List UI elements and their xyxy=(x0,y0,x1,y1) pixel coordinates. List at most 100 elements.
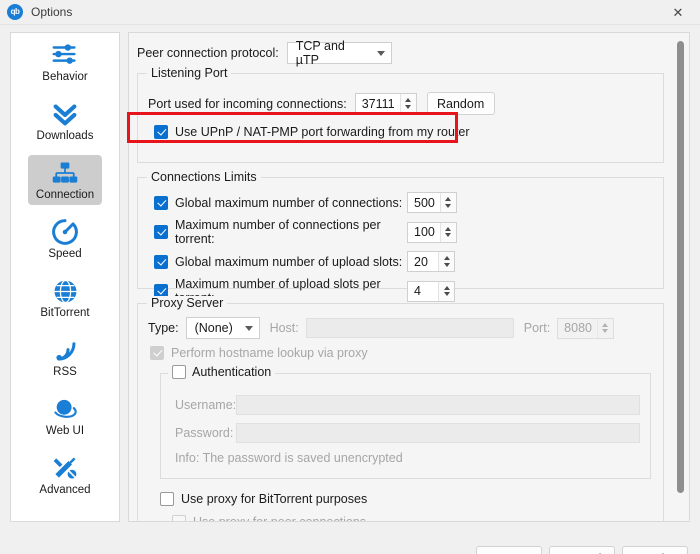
sidebar-item-label: Speed xyxy=(48,248,82,260)
limit-row[interactable]: Maximum number of upload slots per torre… xyxy=(154,277,653,305)
proxy-port-value: 8080 xyxy=(564,321,592,335)
authentication-group: Authentication Username: Password: Info:… xyxy=(160,365,651,479)
max-connections-per-torrent-label: Maximum number of connections per torren… xyxy=(175,218,381,246)
stepper-up-icon[interactable] xyxy=(443,285,450,290)
stepper-down-icon[interactable] xyxy=(445,233,452,238)
app-logo-text: qb xyxy=(10,7,20,16)
username-row: Username: xyxy=(175,395,640,415)
stepper-down-icon[interactable] xyxy=(602,329,609,334)
settings-sidebar[interactable]: Behavior Downloads Connection Speed BitT… xyxy=(10,32,120,522)
sidebar-item-label: Downloads xyxy=(36,130,94,142)
password-label: Password: xyxy=(175,426,234,440)
proxy-port-spinbox[interactable]: 8080 xyxy=(557,317,614,339)
globe-icon xyxy=(49,276,81,306)
sidebar-item-behavior[interactable]: Behavior xyxy=(11,33,119,92)
stepper-up-icon[interactable] xyxy=(445,197,452,202)
connection-settings-pane: Peer connection protocol: TCP and µTP Li… xyxy=(128,32,690,522)
global-max-connections-checkbox[interactable] xyxy=(154,195,168,210)
hostname-lookup-label: Perform hostname lookup via proxy xyxy=(171,346,368,360)
limit-row[interactable]: Global maximum number of connections: 50… xyxy=(154,192,653,213)
global-max-connections-label: Global maximum number of connections: xyxy=(175,195,403,210)
cancel-button[interactable]: Cancel xyxy=(549,546,615,554)
username-input[interactable] xyxy=(236,395,640,415)
stepper-up-icon[interactable] xyxy=(445,226,452,231)
apply-button[interactable]: Apply xyxy=(622,546,688,554)
proxy-host-input[interactable] xyxy=(305,318,514,338)
sidebar-item-label: Connection xyxy=(35,189,95,201)
global-max-upload-slots-spinbox[interactable]: 20 xyxy=(407,251,455,272)
stepper-down-icon[interactable] xyxy=(443,262,450,267)
proxy-type-value: (None) xyxy=(194,321,233,335)
global-max-upload-slots-checkbox[interactable] xyxy=(154,254,168,269)
username-label: Username: xyxy=(175,398,237,412)
stepper[interactable] xyxy=(439,193,456,212)
global-max-connections-spinbox[interactable]: 500 xyxy=(407,192,457,213)
sidebar-item-advanced[interactable]: Advanced xyxy=(11,446,119,505)
sidebar-item-bittorrent[interactable]: BitTorrent xyxy=(11,269,119,328)
listening-port-group: Listening Port Port used for incoming co… xyxy=(137,66,664,163)
sidebar-item-speed[interactable]: Speed xyxy=(11,210,119,269)
stepper[interactable] xyxy=(439,222,456,242)
stepper-up-icon[interactable] xyxy=(602,322,609,327)
window-title: Options xyxy=(31,5,73,19)
stepper-down-icon[interactable] xyxy=(405,104,412,109)
sidebar-item-label: BitTorrent xyxy=(40,307,90,319)
max-connections-per-torrent-checkbox[interactable] xyxy=(154,225,168,239)
authentication-checkbox[interactable] xyxy=(172,365,186,379)
global-max-connections-value: 500 xyxy=(414,195,435,210)
close-icon[interactable]: ✕ xyxy=(656,0,700,25)
upnp-checkbox[interactable] xyxy=(154,125,168,139)
incoming-port-row: Port used for incoming connections: 3711… xyxy=(148,92,653,115)
ok-button[interactable]: OK xyxy=(476,546,542,554)
use-proxy-peers-checkbox xyxy=(172,515,186,521)
stepper[interactable] xyxy=(596,318,613,338)
sidebar-item-label: Advanced xyxy=(39,484,91,496)
upnp-row[interactable]: Use UPnP / NAT-PMP port forwarding from … xyxy=(154,125,653,139)
authentication-title-wrap[interactable]: Authentication xyxy=(168,365,276,379)
sliders-icon xyxy=(49,40,81,70)
use-proxy-bittorrent-row[interactable]: Use proxy for BitTorrent purposes xyxy=(160,492,653,506)
proxy-server-group: Proxy Server Type: (None) Host: Port: 80… xyxy=(137,296,664,521)
incoming-port-value: 37111 xyxy=(361,96,395,111)
proxy-server-title: Proxy Server xyxy=(147,296,228,310)
stepper[interactable] xyxy=(438,252,454,271)
incoming-port-stepper[interactable] xyxy=(399,94,416,113)
content-scrollbar[interactable] xyxy=(673,34,688,521)
options-dialog: Behavior Downloads Connection Speed BitT… xyxy=(0,25,700,554)
stepper-down-icon[interactable] xyxy=(443,292,450,297)
gauge-icon xyxy=(49,217,81,247)
dialog-footer: OK Cancel Apply xyxy=(0,528,700,554)
limit-row[interactable]: Global maximum number of upload slots: 2… xyxy=(154,251,653,272)
incoming-port-label: Port used for incoming connections: xyxy=(148,96,347,111)
scrollbar-thumb[interactable] xyxy=(677,41,684,493)
peer-protocol-row: Peer connection protocol: TCP and µTP xyxy=(137,39,664,67)
stepper[interactable] xyxy=(438,281,454,301)
network-icon xyxy=(49,158,81,188)
stepper-up-icon[interactable] xyxy=(405,98,412,103)
title-bar: qb Options ✕ xyxy=(0,0,700,25)
use-proxy-bittorrent-label: Use proxy for BitTorrent purposes xyxy=(181,492,368,506)
peer-protocol-value: TCP and µTP xyxy=(295,39,345,67)
sidebar-item-webui[interactable]: Web UI xyxy=(11,387,119,446)
proxy-type-select[interactable]: (None) xyxy=(185,317,260,339)
sidebar-item-downloads[interactable]: Downloads xyxy=(11,92,119,151)
stepper-up-icon[interactable] xyxy=(443,256,450,261)
sidebar-item-label: Web UI xyxy=(45,425,85,437)
random-port-button[interactable]: Random xyxy=(426,92,495,115)
password-input[interactable] xyxy=(236,423,640,443)
stepper-down-icon[interactable] xyxy=(445,203,452,208)
max-connections-per-torrent-spinbox[interactable]: 100 xyxy=(407,221,457,243)
limit-row[interactable]: Maximum number of connections per torren… xyxy=(154,218,653,246)
chevron-down-icon xyxy=(376,50,385,56)
sidebar-item-label: RSS xyxy=(53,366,77,378)
peer-protocol-select[interactable]: TCP and µTP xyxy=(286,39,392,67)
max-upload-slots-per-torrent-spinbox[interactable]: 4 xyxy=(407,280,455,302)
use-proxy-bittorrent-checkbox[interactable] xyxy=(160,492,174,506)
chevron-down-icon xyxy=(244,325,253,331)
sidebar-item-connection[interactable]: Connection xyxy=(11,151,119,210)
peer-protocol-label: Peer connection protocol: xyxy=(137,46,279,60)
incoming-port-spinbox[interactable]: 37111 xyxy=(354,93,417,114)
sidebar-item-rss[interactable]: RSS xyxy=(11,328,119,387)
connection-settings-content: Peer connection protocol: TCP and µTP Li… xyxy=(129,33,674,521)
proxy-host-label: Host: xyxy=(269,321,299,335)
